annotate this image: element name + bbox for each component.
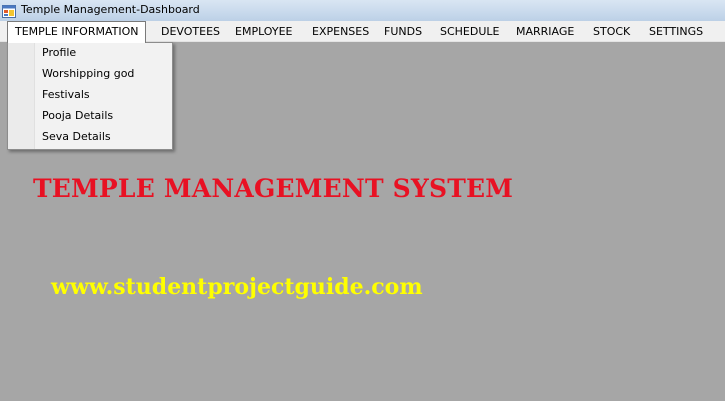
menu-settings[interactable]: SETTINGS [649,21,703,42]
dropdown-item-seva-details[interactable]: Seva Details [42,127,111,147]
menu-devotees[interactable]: DEVOTEES [161,21,220,42]
dropdown-item-festivals[interactable]: Festivals [42,85,90,105]
system-headline: TEMPLE MANAGEMENT SYSTEM [33,174,514,203]
dropdown-icon-gutter [8,43,35,149]
dropdown-item-pooja-details[interactable]: Pooja Details [42,106,113,126]
website-url-text: www.studentprojectguide.com [51,274,423,300]
window-title: Temple Management-Dashboard [21,3,200,16]
title-bar[interactable]: Temple Management-Dashboard [0,0,725,21]
app-window-icon[interactable] [2,3,16,18]
menu-funds[interactable]: FUNDS [384,21,422,42]
menu-employee[interactable]: EMPLOYEE [235,21,293,42]
menu-stock[interactable]: STOCK [593,21,630,42]
menu-bar: TEMPLE INFORMATION DEVOTEES EMPLOYEE EXP… [0,21,725,43]
menu-expenses[interactable]: EXPENSES [312,21,369,42]
menu-schedule[interactable]: SCHEDULE [440,21,500,42]
temple-information-dropdown: Profile Worshipping god Festivals Pooja … [7,42,173,150]
dropdown-item-worshipping-god[interactable]: Worshipping god [42,64,134,84]
dashboard-window: Temple Management-Dashboard TEMPLE INFOR… [0,0,725,401]
menu-temple-information[interactable]: TEMPLE INFORMATION [7,21,147,43]
dropdown-item-profile[interactable]: Profile [42,43,76,63]
menu-marriage[interactable]: MARRIAGE [516,21,574,42]
